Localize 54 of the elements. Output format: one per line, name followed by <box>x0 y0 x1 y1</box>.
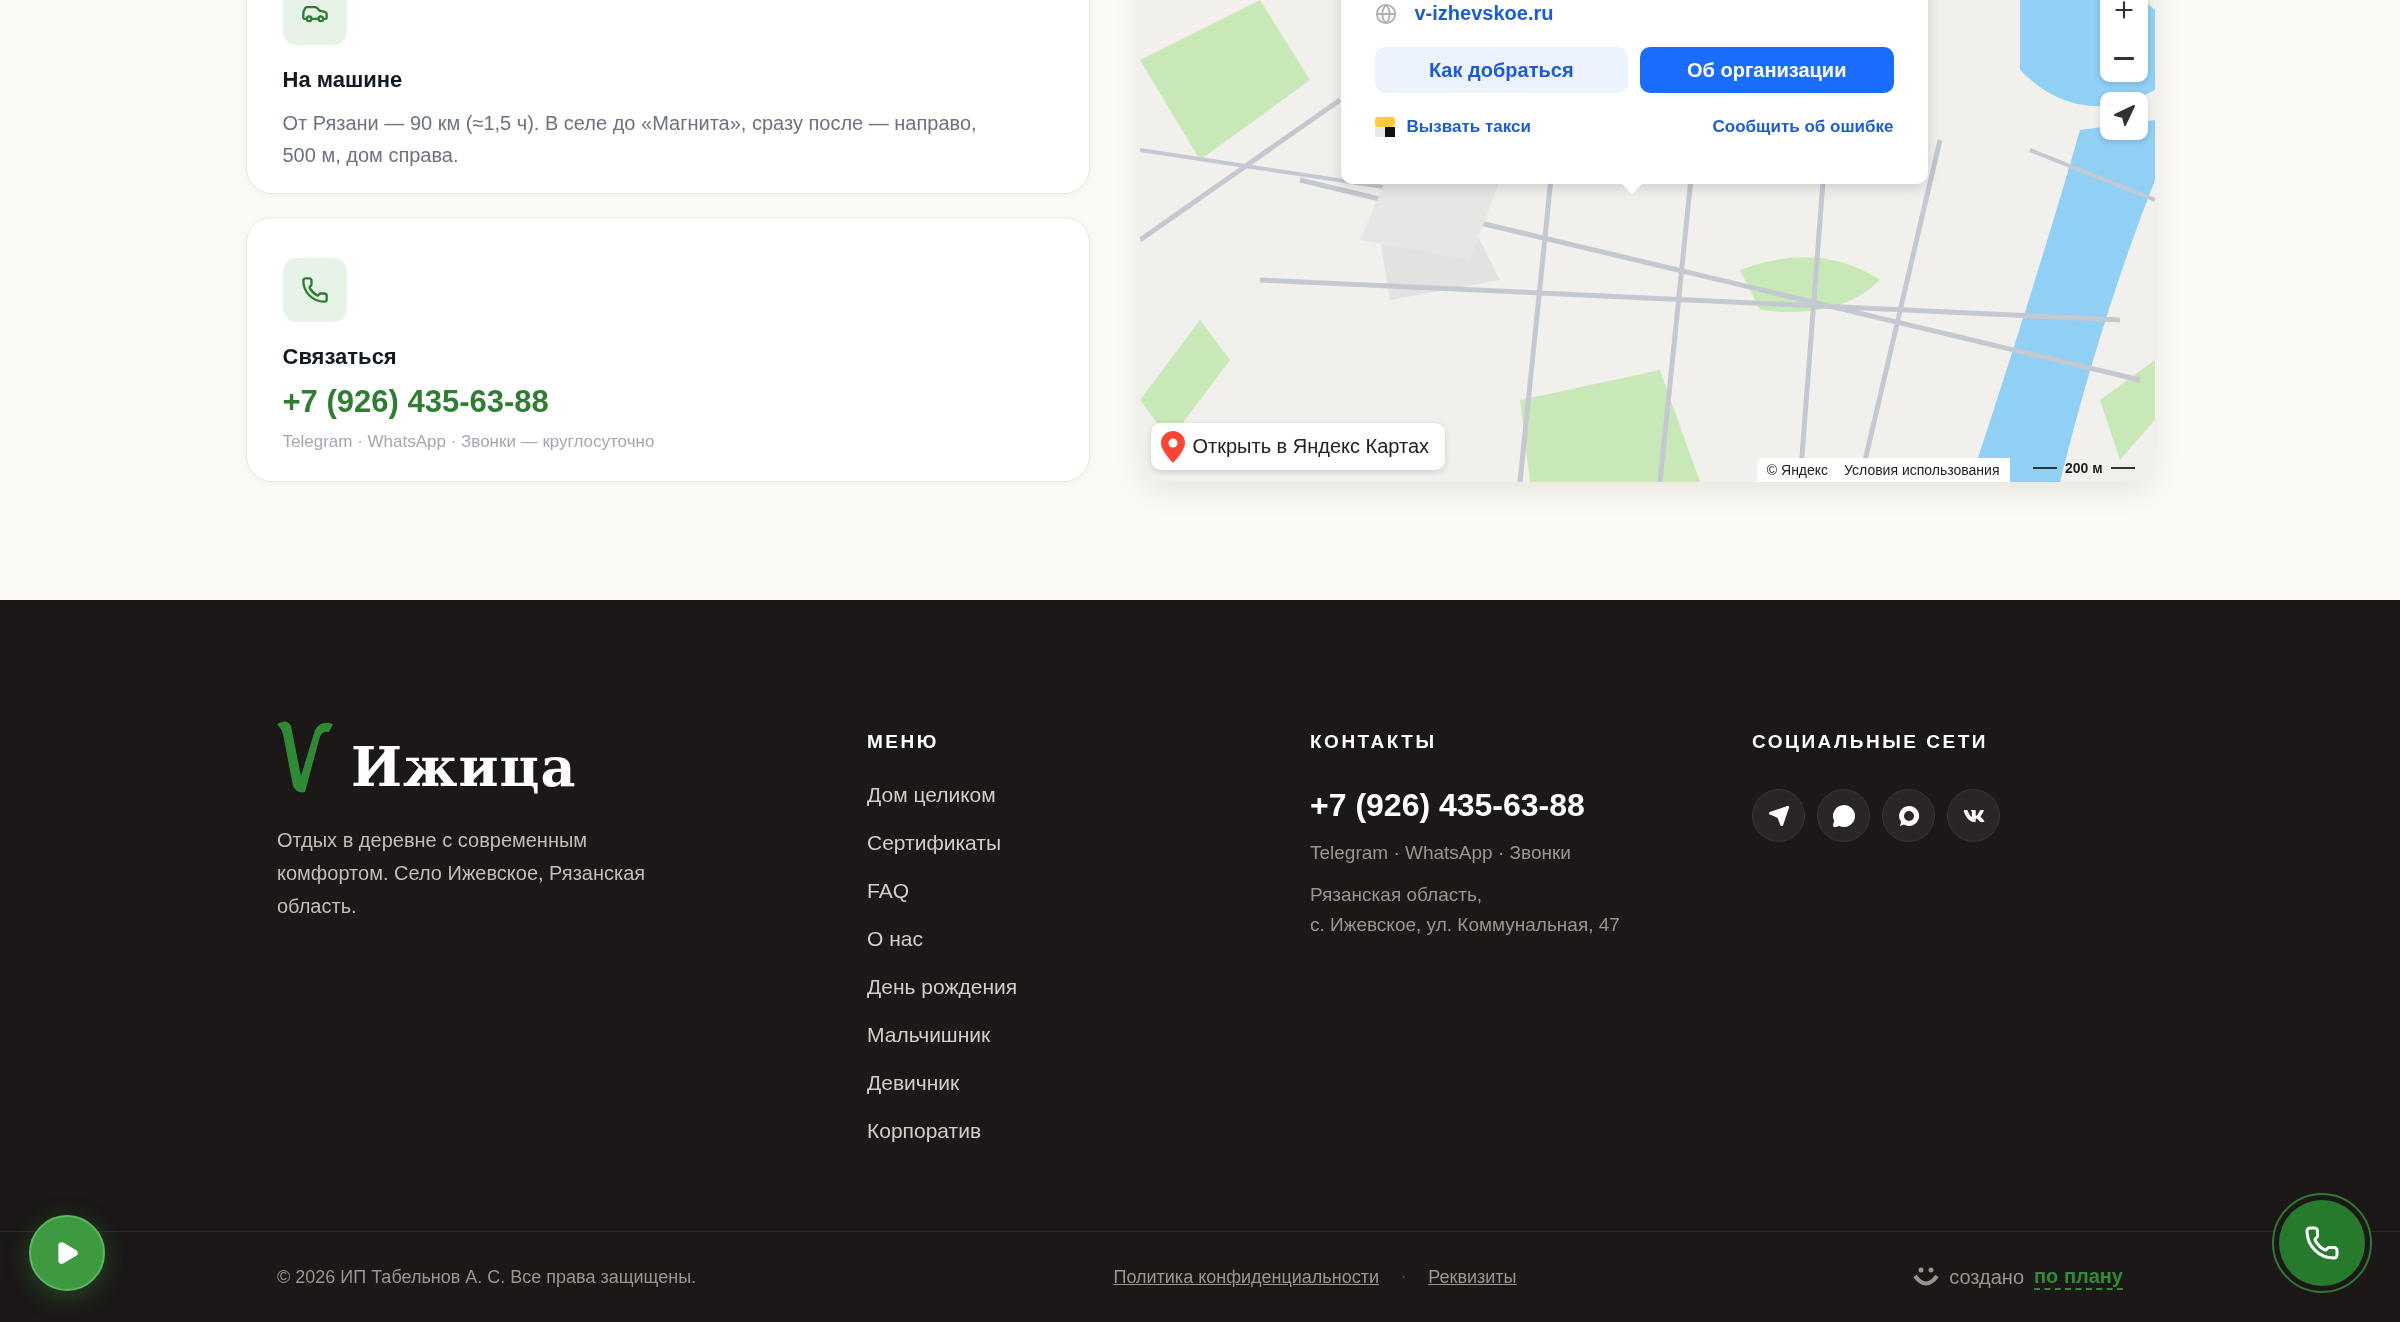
menu-link[interactable]: FAQ <box>867 877 1310 904</box>
column-heading: КОНТАКТЫ <box>1310 731 1438 753</box>
credit-text: создано <box>1949 1265 2025 1289</box>
menu-link[interactable]: Сертификаты <box>867 829 1310 856</box>
locate-button[interactable] <box>2099 92 2148 140</box>
legal-link[interactable]: Реквизиты <box>1428 1266 1517 1288</box>
address-line: Рязанская область, <box>1310 883 1484 907</box>
menu-link[interactable]: День рождения <box>867 973 1310 1000</box>
taxi-link[interactable]: Вызвать такси <box>1406 117 1531 137</box>
column-heading: МЕНЮ <box>867 731 940 753</box>
menu-link[interactable]: О нас <box>867 925 1310 952</box>
phone-icon <box>300 276 329 304</box>
logo-name: Ижица <box>351 740 577 794</box>
legal-link[interactable]: Политика конфиденциальности <box>1113 1266 1379 1288</box>
report-link[interactable]: Сообщить об ошибке <box>1712 117 1894 137</box>
separator-dot: · <box>1401 1268 1407 1286</box>
terms-link[interactable]: Условия использования <box>1844 462 2000 478</box>
social-link[interactable] <box>1947 789 2000 842</box>
card-text: От Рязани — 90 км (≈1,5 ч). В селе до «Магнита», сразу после — направо, 500 м, дом справа. <box>282 111 978 168</box>
menu-link[interactable]: Девичник <box>867 1069 1310 1096</box>
copyright-text: © 2026 ИП Табельнов А. С. Все права защищены. <box>277 1266 698 1288</box>
popup-button[interactable]: Как добраться <box>1374 47 1628 93</box>
map-pin-icon <box>1160 430 1185 463</box>
ring-bubble-icon <box>1896 803 1921 828</box>
social-link[interactable] <box>1752 789 1805 842</box>
navigation-arrow-icon <box>2111 104 2136 128</box>
menu-link[interactable]: Мальчишник <box>867 1021 1310 1048</box>
contact-channels: Telegram · WhatsApp · Звонки <box>1310 841 1572 865</box>
website-link[interactable]: v-izhevskoe.ru <box>1414 2 1554 25</box>
smile-icon <box>1913 1267 1940 1287</box>
logo-mark-icon <box>277 718 333 794</box>
card-title: Связаться <box>282 344 398 370</box>
speech-bubble-icon <box>1831 803 1856 828</box>
credit-link[interactable]: по плану <box>2034 1264 2123 1290</box>
address-line: с. Ижевское, ул. Коммунальная, 47 <box>1310 913 1621 937</box>
brand-description: Отдых в деревне с современным комфортом. Село Ижевское, Рязанская область. <box>277 828 647 919</box>
card-note: Telegram · WhatsApp · Звонки — круглосуточно <box>282 432 656 452</box>
open-map-button[interactable]: Открыть в Яндекс Картах <box>1150 423 1446 470</box>
scale-label: 200 м <box>2064 460 2103 476</box>
globe-icon <box>1374 2 1397 25</box>
card-title: На машине <box>282 67 404 93</box>
social-link[interactable] <box>1882 789 1935 842</box>
menu-link[interactable]: Дом целиком <box>867 781 1310 808</box>
minus-icon <box>2113 56 2134 60</box>
copyright-text: © Яндекс <box>1766 462 1829 478</box>
column-heading: СОЦИАЛЬНЫЕ СЕТИ <box>1752 731 1989 753</box>
phone-link[interactable]: +7 (926) 435-63-88 <box>1310 787 1752 824</box>
popup-button[interactable]: Об организации <box>1640 47 1894 93</box>
phone-icon <box>2304 1225 2340 1261</box>
menu-link[interactable]: Корпоратив <box>867 1117 1310 1144</box>
paper-plane-icon <box>1767 804 1790 827</box>
taxi-icon <box>1374 117 1395 137</box>
phone-link[interactable]: +7 (926) 435-63-88 <box>282 384 549 420</box>
social-link[interactable] <box>1817 789 1870 842</box>
